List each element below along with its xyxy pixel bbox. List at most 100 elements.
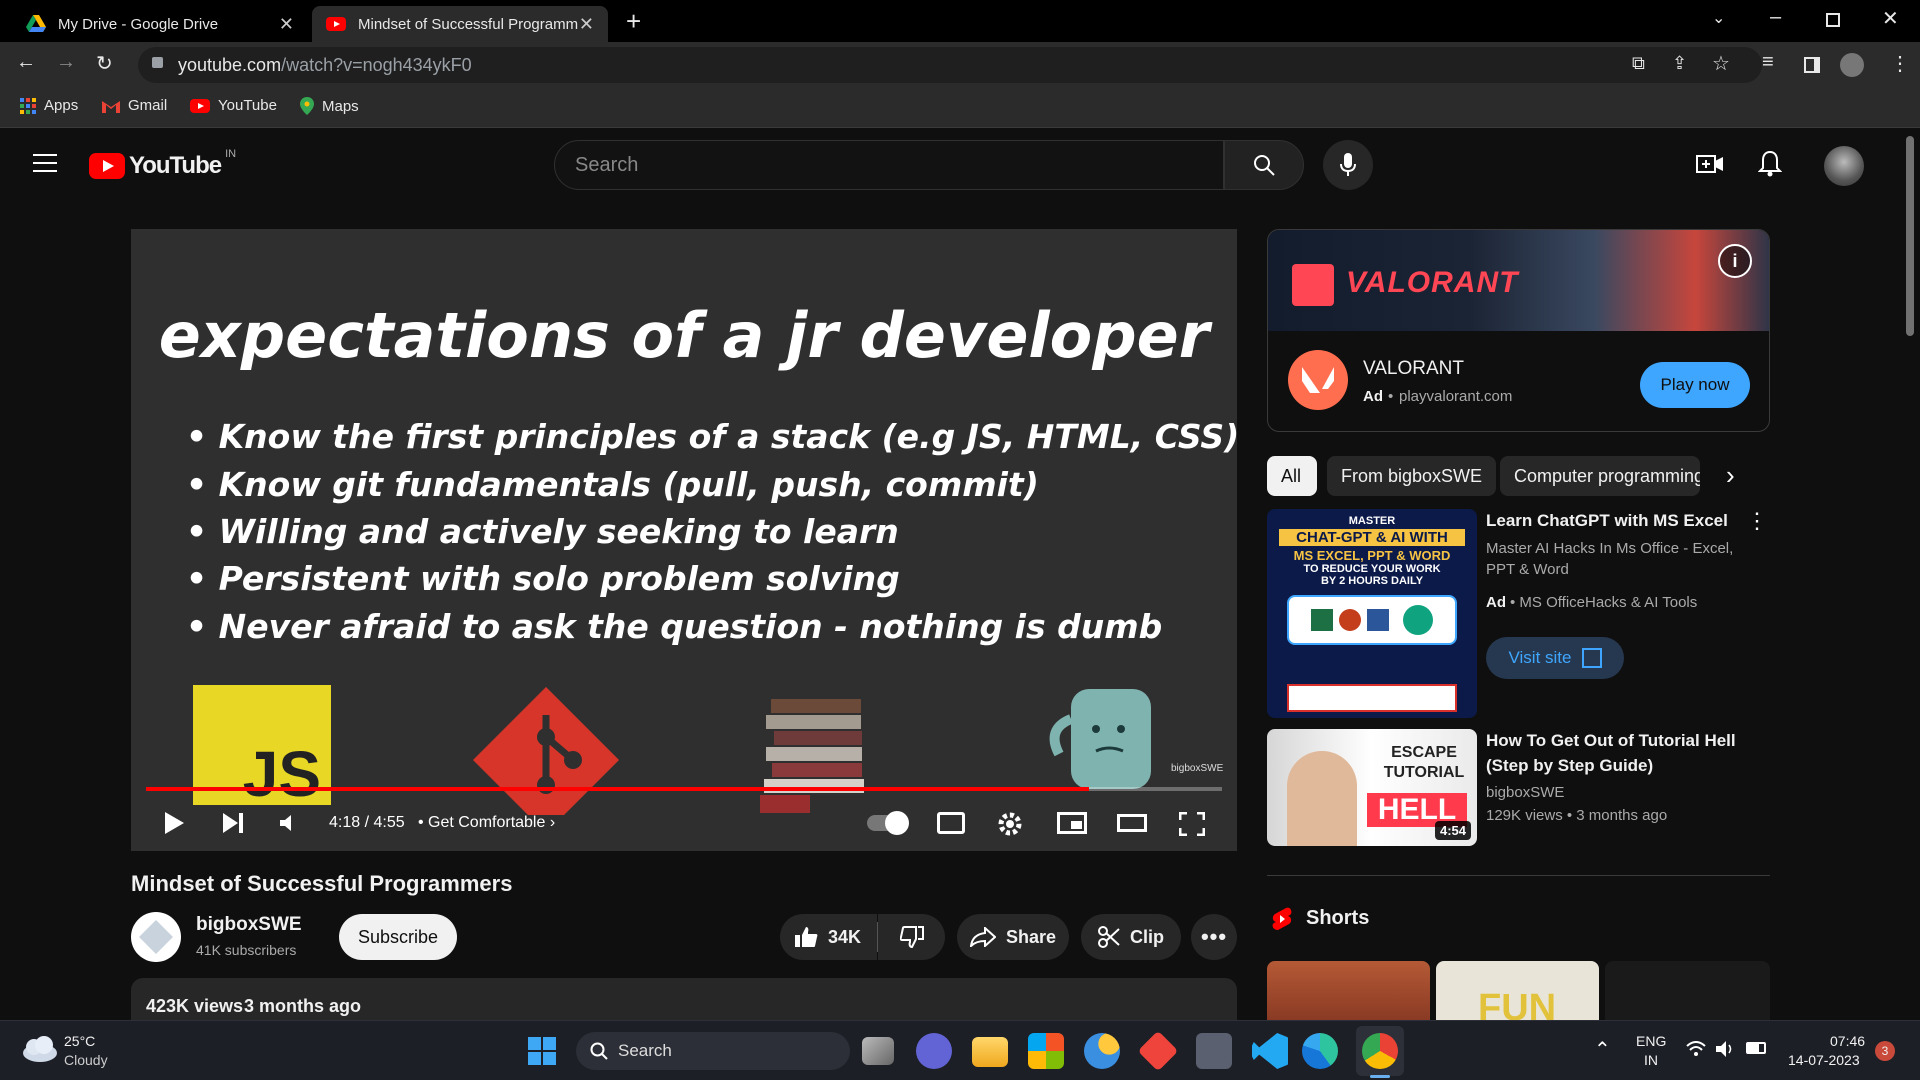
autoplay-toggle[interactable] — [867, 811, 909, 835]
person-image — [1287, 751, 1357, 846]
youtube-logo[interactable]: YouTube IN — [89, 148, 236, 180]
notifications-bell-icon[interactable] — [1758, 150, 1782, 178]
reading-list-icon[interactable]: ≡ — [1762, 51, 1774, 74]
visit-site-button[interactable]: Visit site — [1486, 637, 1624, 679]
back-icon[interactable]: ← — [16, 51, 36, 74]
new-tab-icon[interactable]: + — [626, 6, 641, 37]
create-video-icon[interactable] — [1696, 152, 1724, 176]
channel-name[interactable]: bigboxSWE — [196, 914, 302, 936]
microsoft-store-icon[interactable] — [1028, 1033, 1064, 1069]
subscribe-button[interactable]: Subscribe — [339, 914, 457, 960]
related-ad-label: Ad — [1486, 594, 1506, 611]
settings-gear-icon[interactable] — [997, 811, 1023, 837]
bookmark-gmail[interactable]: Gmail — [102, 97, 167, 114]
search-button[interactable] — [1224, 140, 1304, 190]
search-input[interactable]: Search — [554, 140, 1224, 190]
chapter-button[interactable]: Get Comfortable › — [428, 814, 555, 832]
subtitles-icon[interactable] — [937, 812, 965, 834]
tab-google-drive[interactable]: My Drive - Google Drive ✕ — [12, 6, 308, 42]
close-tab-icon[interactable]: ✕ — [279, 14, 294, 35]
play-now-button[interactable]: Play now — [1640, 362, 1750, 408]
bookmark-star-icon[interactable]: ☆ — [1712, 51, 1730, 76]
show-hidden-icons-chevron[interactable]: ⌃ — [1594, 1037, 1611, 1062]
weather-app-icon[interactable] — [1084, 1033, 1120, 1069]
clock-time[interactable]: 07:46 — [1830, 1033, 1865, 1049]
close-tab-icon[interactable]: ✕ — [579, 14, 594, 35]
chip-from-channel[interactable]: From bigboxSWE — [1327, 456, 1497, 496]
youtube-icon — [190, 98, 210, 113]
file-explorer-icon[interactable] — [972, 1037, 1008, 1067]
chrome-icon[interactable] — [1362, 1033, 1398, 1069]
speaker-icon[interactable] — [1716, 1041, 1734, 1057]
related-more-icon[interactable]: ⋮ — [1746, 508, 1768, 534]
bookmark-youtube[interactable]: YouTube — [190, 97, 277, 114]
windows-start-icon[interactable] — [528, 1037, 556, 1065]
minimize-icon[interactable]: – — [1770, 6, 1781, 29]
thumb-line: CHAT-GPT & AI WITH — [1279, 529, 1465, 546]
share-button[interactable]: Share — [957, 914, 1069, 960]
advertiser-avatar[interactable] — [1288, 350, 1348, 410]
sidebar-divider — [1267, 875, 1770, 876]
address-bar[interactable]: youtube.com/watch?v=nogh434ykF0 — [138, 47, 1762, 83]
chips-next-icon[interactable]: › — [1726, 460, 1735, 491]
ad-banner[interactable]: VALORANT — [1268, 230, 1769, 331]
dislike-button[interactable] — [878, 914, 945, 960]
language-region[interactable]: IN — [1644, 1052, 1658, 1068]
reload-icon[interactable]: ↻ — [96, 51, 113, 76]
teams-chat-icon[interactable] — [916, 1033, 952, 1069]
bookmark-apps[interactable]: Apps — [20, 97, 78, 114]
task-view-icon[interactable] — [862, 1037, 894, 1065]
profile-avatar-icon[interactable] — [1840, 53, 1864, 77]
related-video-thumbnail[interactable]: ESCAPE TUTORIAL HELL 4:54 — [1267, 729, 1477, 846]
scrollbar-thumb[interactable] — [1906, 136, 1914, 336]
battery-icon[interactable] — [1746, 1042, 1766, 1054]
shorts-thumbnail[interactable] — [1605, 961, 1770, 1020]
calculator-icon[interactable] — [1196, 1033, 1232, 1069]
forward-icon[interactable]: → — [56, 51, 76, 74]
volume-icon[interactable] — [279, 813, 299, 833]
open-in-app-icon[interactable]: ⧉ — [1632, 53, 1645, 74]
sponsored-ad-card[interactable]: VALORANT i VALORANT Ad • playvalorant.co… — [1267, 229, 1770, 432]
edge-browser-icon[interactable] — [1302, 1033, 1338, 1069]
clip-button[interactable]: Clip — [1081, 914, 1181, 960]
chip-all[interactable]: All — [1267, 456, 1317, 496]
next-video-icon[interactable] — [221, 811, 245, 835]
related-title[interactable]: How To Get Out of Tutorial Hell (Step by… — [1486, 728, 1746, 778]
language-code[interactable]: ENG — [1636, 1033, 1666, 1049]
clock-date[interactable]: 14-07-2023 — [1788, 1052, 1860, 1068]
lock-icon[interactable] — [152, 57, 163, 68]
side-panel-icon[interactable] — [1804, 57, 1820, 73]
related-ad-thumbnail[interactable]: MASTER CHAT-GPT & AI WITH MS EXCEL, PPT … — [1267, 509, 1477, 718]
related-title[interactable]: Learn ChatGPT with MS Excel — [1486, 508, 1736, 533]
close-window-icon[interactable]: ✕ — [1882, 6, 1899, 31]
video-player[interactable]: expectations of a jr developer • Know th… — [131, 229, 1237, 851]
wifi-icon[interactable] — [1686, 1041, 1706, 1057]
taskbar-search-box[interactable]: Search — [576, 1032, 850, 1070]
more-actions-button[interactable]: ••• — [1191, 914, 1237, 960]
play-icon[interactable] — [163, 811, 185, 835]
vscode-icon[interactable] — [1252, 1033, 1288, 1069]
account-avatar[interactable] — [1824, 146, 1864, 186]
ad-info-icon[interactable]: i — [1718, 244, 1752, 278]
notification-badge[interactable]: 3 — [1875, 1041, 1895, 1061]
weather-cloud-icon[interactable] — [20, 1035, 58, 1063]
slide-bullet: • Know the first principles of a stack (… — [186, 417, 1237, 456]
bookmark-maps[interactable]: Maps — [300, 97, 359, 115]
tab-youtube-video[interactable]: Mindset of Successful Programm ✕ — [312, 6, 608, 42]
more-menu-icon[interactable]: ⋮ — [1890, 51, 1910, 76]
chip-computer-programming[interactable]: Computer programming — [1500, 456, 1700, 496]
miniplayer-icon[interactable] — [1057, 812, 1087, 834]
like-button[interactable]: 34K — [780, 914, 877, 960]
fullscreen-icon[interactable] — [1179, 812, 1205, 836]
shorts-thumbnail[interactable] — [1267, 961, 1430, 1020]
anydesk-icon[interactable] — [1137, 1030, 1179, 1072]
tab-search-chevron-icon[interactable]: ⌄ — [1712, 8, 1725, 28]
shorts-thumbnail[interactable]: FUN — [1436, 961, 1599, 1020]
share-page-icon[interactable]: ⇪ — [1672, 53, 1687, 74]
theater-mode-icon[interactable] — [1117, 814, 1147, 832]
video-progress-bar[interactable] — [146, 787, 1222, 791]
restore-icon[interactable] — [1826, 13, 1840, 27]
hamburger-menu-icon[interactable] — [33, 154, 57, 172]
voice-search-button[interactable] — [1323, 140, 1373, 190]
channel-avatar[interactable] — [131, 912, 181, 962]
